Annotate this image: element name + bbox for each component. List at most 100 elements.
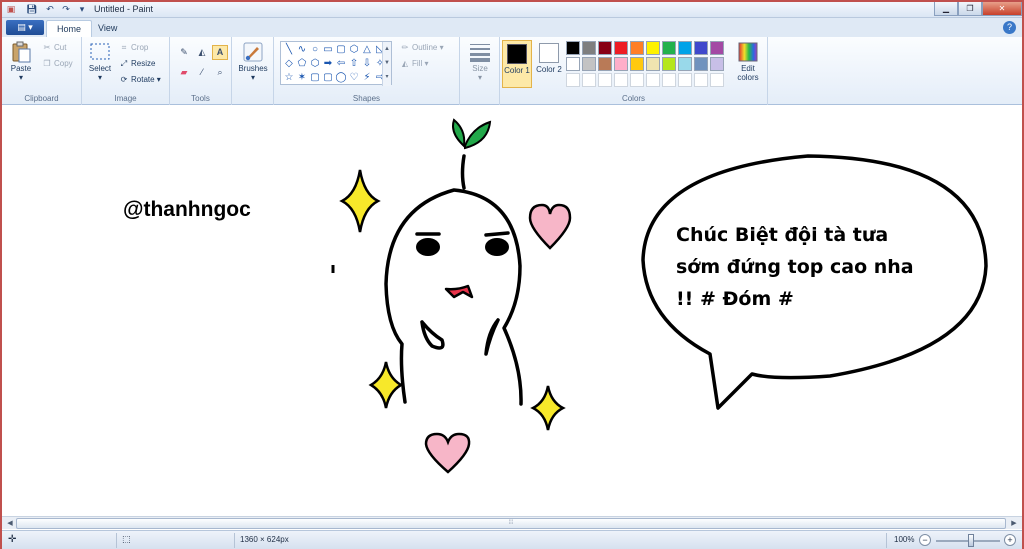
- maximize-button[interactable]: ❐: [958, 2, 982, 16]
- crop-button[interactable]: ⌗ Crop: [119, 42, 149, 54]
- shape-option[interactable]: ▢: [308, 71, 322, 84]
- shape-option[interactable]: ⚡: [360, 71, 374, 84]
- shape-option[interactable]: ∿: [295, 43, 309, 56]
- copy-button[interactable]: ❐ Copy: [42, 58, 72, 70]
- close-button[interactable]: ✕: [982, 2, 1022, 16]
- shape-option[interactable]: ○: [308, 43, 322, 56]
- edit-colors-label: Edit colors: [737, 64, 759, 82]
- palette-empty-slot[interactable]: [710, 73, 724, 87]
- text-icon[interactable]: A: [212, 45, 228, 60]
- palette-swatch[interactable]: [678, 41, 692, 55]
- tab-view[interactable]: View: [88, 20, 127, 37]
- palette-swatch[interactable]: [662, 41, 676, 55]
- color2-button[interactable]: Color 2: [534, 40, 564, 88]
- palette-swatch[interactable]: [710, 41, 724, 55]
- cut-button[interactable]: ✂ Cut: [42, 42, 67, 54]
- shape-option[interactable]: ⬡: [308, 57, 322, 70]
- palette-swatch[interactable]: [582, 57, 596, 71]
- customize-icon[interactable]: ▾: [76, 4, 88, 15]
- app-menu-button[interactable]: ▤ ▾: [6, 20, 44, 35]
- scroll-right-icon[interactable]: ▶: [1008, 518, 1020, 529]
- palette-empty-slot[interactable]: [678, 73, 692, 87]
- color2-swatch: [539, 43, 559, 63]
- palette-swatch[interactable]: [614, 57, 628, 71]
- palette-swatch[interactable]: [630, 57, 644, 71]
- shape-option[interactable]: ▭: [321, 43, 335, 56]
- paint-window: ▣ 💾︎ ↶ ↷ ▾ Untitled - Paint ▁ ❐ ✕ ▤ ▾ Ho…: [0, 0, 1024, 549]
- shapes-scroll-icon[interactable]: ▲ ▼ ▾: [382, 42, 391, 86]
- palette-swatch[interactable]: [662, 57, 676, 71]
- palette-swatch[interactable]: [694, 57, 708, 71]
- shape-option[interactable]: ◯: [334, 71, 348, 84]
- undo-icon[interactable]: ↶: [44, 4, 56, 15]
- palette-swatch[interactable]: [598, 57, 612, 71]
- pencil-icon[interactable]: ✎: [176, 45, 192, 60]
- shape-option[interactable]: ➡: [321, 57, 335, 70]
- shape-option[interactable]: ⬡: [347, 43, 361, 56]
- palette-swatch[interactable]: [710, 57, 724, 71]
- save-icon[interactable]: 💾︎: [26, 4, 38, 15]
- fill-icon[interactable]: ◭: [194, 45, 210, 60]
- select-button[interactable]: Select ▾: [86, 41, 114, 82]
- help-icon[interactable]: ?: [1003, 21, 1016, 34]
- palette-empty-slot[interactable]: [566, 73, 580, 87]
- shape-option[interactable]: ▢: [321, 71, 335, 84]
- shape-option[interactable]: ╲: [282, 43, 296, 56]
- fill-shape-button[interactable]: ◭ Fill ▾: [400, 58, 429, 70]
- eraser-icon[interactable]: ▰: [176, 65, 192, 80]
- palette-empty-slot[interactable]: [582, 73, 596, 87]
- minimize-button[interactable]: ▁: [934, 2, 958, 16]
- zoom-slider-thumb[interactable]: [968, 534, 974, 547]
- resize-button[interactable]: ⤢ Resize: [119, 58, 156, 70]
- palette-empty-slot[interactable]: [694, 73, 708, 87]
- palette-swatch[interactable]: [630, 41, 644, 55]
- size-button[interactable]: Size ▾: [464, 41, 496, 82]
- redo-icon[interactable]: ↷: [60, 4, 72, 15]
- shape-option[interactable]: ♡: [347, 71, 361, 84]
- color-picker-icon[interactable]: ⁄: [194, 65, 210, 80]
- zoom-out-button[interactable]: −: [919, 534, 931, 546]
- palette-empty-slot[interactable]: [598, 73, 612, 87]
- shape-option[interactable]: ⇧: [347, 57, 361, 70]
- shape-option[interactable]: ▢: [334, 43, 348, 56]
- palette-swatch[interactable]: [646, 41, 660, 55]
- shapes-gallery[interactable]: ╲ ∿ ○ ▭ ▢ ⬡ △ ◺ ◇ ⬠ ⬡ ➡ ⇦ ⇧ ⇩ ✧ ☆ ✶ ▢ ▢ ◯ ♡ ⚡ ⇨ ▲ ▼ ▾: [280, 41, 392, 86]
- outline-button[interactable]: ✏ Outline ▾: [400, 42, 444, 54]
- zoom-in-button[interactable]: +: [1004, 534, 1016, 546]
- shape-option[interactable]: ☆: [282, 71, 296, 84]
- horizontal-scrollbar[interactable]: ◀ ⁞⁞⁞ ▶: [2, 516, 1022, 529]
- shape-option[interactable]: ✶: [295, 71, 309, 84]
- scroll-thumb[interactable]: ⁞⁞⁞: [16, 518, 1006, 529]
- palette-swatch[interactable]: [694, 41, 708, 55]
- palette-swatch[interactable]: [582, 41, 596, 55]
- shape-option[interactable]: ⬠: [295, 57, 309, 70]
- palette-swatch[interactable]: [646, 57, 660, 71]
- clipboard-group: Paste ▾ ✂ Cut ❐ Copy Clipboard: [2, 37, 82, 105]
- paint-icon[interactable]: ▣: [5, 4, 17, 15]
- drawing-canvas[interactable]: @thanhngoc Chúc Biệt đội tà tưa sớm đứng…: [2, 106, 1022, 516]
- magnifier-icon[interactable]: ⌕: [212, 65, 228, 80]
- scroll-left-icon[interactable]: ◀: [4, 518, 16, 529]
- palette-swatch[interactable]: [598, 41, 612, 55]
- palette-empty-slot[interactable]: [630, 73, 644, 87]
- palette-swatch[interactable]: [566, 57, 580, 71]
- palette-empty-slot[interactable]: [614, 73, 628, 87]
- palette-empty-slot[interactable]: [662, 73, 676, 87]
- palette-swatch[interactable]: [678, 57, 692, 71]
- shape-option[interactable]: ◇: [282, 57, 296, 70]
- edit-colors-button[interactable]: Edit colors: [732, 41, 764, 82]
- palette-empty-slot[interactable]: [646, 73, 660, 87]
- sprout-arm-left: [420, 320, 445, 350]
- brushes-group: Brushes ▾: [232, 37, 274, 105]
- shape-option[interactable]: ⇦: [334, 57, 348, 70]
- tab-home[interactable]: Home: [46, 20, 93, 37]
- shape-option[interactable]: ⇩: [360, 57, 374, 70]
- shape-option[interactable]: △: [360, 43, 374, 56]
- brushes-button[interactable]: Brushes ▾: [236, 41, 270, 82]
- palette-swatch[interactable]: [614, 41, 628, 55]
- rotate-button[interactable]: ⟳ Rotate ▾: [119, 74, 161, 86]
- paste-button[interactable]: Paste ▾: [6, 41, 36, 82]
- palette-swatch[interactable]: [566, 41, 580, 55]
- color1-button[interactable]: Color 1: [502, 40, 532, 88]
- copy-icon: ❐: [43, 59, 51, 68]
